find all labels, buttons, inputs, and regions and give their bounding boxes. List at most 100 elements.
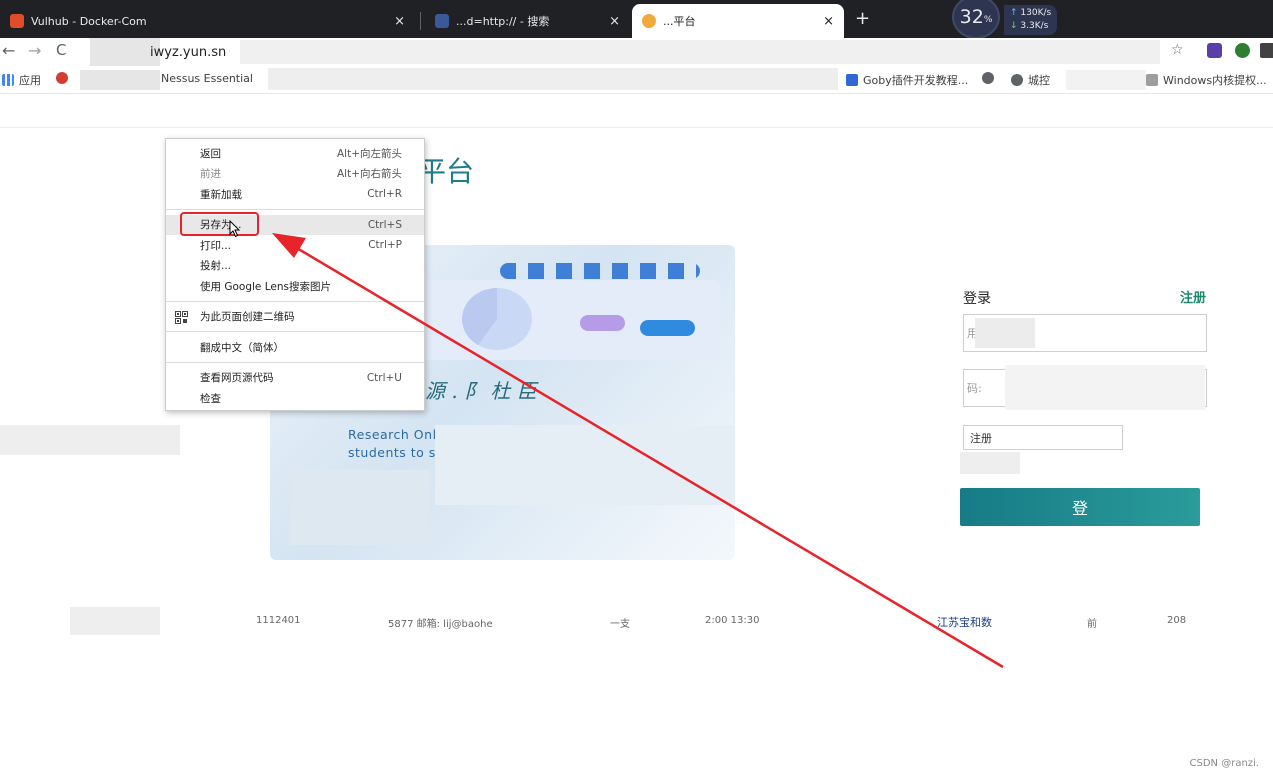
bookmark-nessus[interactable]: Nessus Essential (161, 72, 253, 85)
tab-close-icon[interactable]: × (609, 14, 620, 29)
login-type-select[interactable]: 注册 (963, 425, 1123, 450)
back-arrow-icon[interactable]: ← (2, 41, 15, 60)
tab-title: ...平台 (663, 15, 696, 28)
hero-bar-graphic (640, 320, 695, 336)
hero-bar-graphic (500, 263, 700, 279)
footer-text: 前 (1087, 619, 1097, 630)
bookmark-label: Nessus Essential (161, 72, 253, 85)
menu-item-label: 为此页面创建二维码 (200, 311, 295, 324)
menu-item-shortcut: Ctrl+U (366, 371, 402, 384)
cpu-usage-unit: % (983, 15, 993, 25)
register-link[interactable]: 注册 (1180, 287, 1206, 306)
menu-separator (166, 361, 424, 363)
browser-toolbar: ← → C iwyz.yun.sn ☆ (0, 38, 1273, 66)
globe-icon (1011, 74, 1023, 86)
menu-item-forward[interactable]: 前进 Alt+向右箭头 (166, 164, 424, 185)
extension-icon[interactable] (1235, 43, 1250, 58)
annotation-highlight-box (180, 212, 259, 236)
tab-close-icon[interactable]: × (823, 14, 834, 29)
header-divider (0, 127, 1273, 128)
reload-icon[interactable]: C (56, 41, 66, 59)
hero-bar-graphic (580, 315, 625, 331)
menu-item-label: 检查 (200, 392, 221, 405)
vulhub-favicon-icon (10, 14, 24, 28)
extension-icon[interactable] (1260, 43, 1273, 58)
redacted-area (975, 318, 1035, 348)
redacted-area (290, 470, 430, 545)
loading-favicon-icon (642, 14, 656, 28)
redacted-area (960, 452, 1020, 474)
apps-grid-icon (2, 74, 14, 86)
mouse-cursor-icon (229, 220, 241, 238)
bookmark-favicon-icon (56, 72, 68, 84)
bookmark-redacted[interactable] (56, 72, 73, 84)
login-title: 登录 (963, 291, 991, 307)
redacted-area (435, 425, 735, 505)
footer-text: 2:00 13:30 (705, 615, 760, 626)
menu-item-back[interactable]: 返回 Alt+向左箭头 (166, 143, 424, 164)
login-button[interactable]: 登 (960, 488, 1200, 526)
bookmark-chengkong[interactable]: 城控 (1011, 72, 1050, 88)
menu-item-shortcut: Ctrl+P (368, 239, 402, 252)
extension-icon[interactable] (1207, 43, 1222, 58)
upload-speed: 130K/s (1020, 8, 1052, 18)
page-footer: 1112401 5877 邮箱: lij@baohe 一支 2:00 13:30… (225, 607, 1190, 635)
bookmark-label: Windows内核提权... (1163, 74, 1267, 87)
menu-separator (166, 331, 424, 332)
address-url: iwyz.yun.sn (150, 44, 227, 60)
new-tab-button[interactable]: + (855, 8, 870, 29)
menu-item-translate[interactable]: 翻成中文（简体） (166, 337, 424, 358)
menu-item-shortcut: Ctrl+S (367, 218, 402, 231)
tab-title: ...d=http:// - 搜索 (456, 15, 550, 28)
watermark: CSDN @ranzi. (1189, 758, 1259, 769)
menu-item-reload[interactable]: 重新加载 Ctrl+R (166, 184, 424, 205)
menu-item-label: 使用 Google Lens搜索图片 (200, 280, 331, 293)
search-favicon-icon (435, 14, 449, 28)
menu-item-inspect[interactable]: 检查 (166, 388, 424, 409)
menu-item-cast[interactable]: 投射... (166, 256, 424, 277)
redacted-area (268, 68, 838, 90)
upload-arrow-icon: ↑ (1010, 8, 1018, 18)
menu-item-label: 重新加载 (200, 188, 242, 201)
bilibili-icon (846, 74, 858, 86)
bookmark-label: 应用 (19, 74, 41, 87)
hero-slogan: 源 . 阝 杜 臣 (425, 379, 537, 403)
redacted-area (0, 425, 180, 455)
bookmark-goby[interactable]: Goby插件开发教程... (846, 72, 968, 88)
tab-search[interactable]: ...d=http:// - 搜索 × (425, 4, 630, 38)
cpu-usage-value: 32 (959, 6, 984, 28)
menu-item-shortcut: Alt+向右箭头 (336, 168, 402, 181)
menu-item-google-lens[interactable]: 使用 Google Lens搜索图片 (166, 276, 424, 297)
select-value: 注册 (970, 431, 992, 445)
bookmark-label: 城控 (1028, 74, 1050, 87)
menu-item-label: 投射... (200, 260, 232, 273)
cpu-usage-ring: 32% (952, 0, 1000, 39)
footer-company-link[interactable]: 江苏宝和数 (937, 614, 992, 630)
redacted-area (1005, 365, 1205, 410)
download-arrow-icon: ↓ (1010, 21, 1018, 31)
redacted-area (70, 607, 160, 635)
menu-item-print[interactable]: 打印... Ctrl+P (166, 235, 424, 256)
menu-item-label: 查看网页源代码 (200, 372, 274, 385)
menu-item-label: 前进 (200, 168, 221, 181)
bookmark-apps[interactable]: 应用 (2, 72, 41, 88)
tab-vulhub[interactable]: Vulhub - Docker-Com × (0, 4, 415, 38)
bookmark-globe[interactable] (982, 72, 999, 84)
tab-active-platform[interactable]: ...平台 × (632, 4, 844, 38)
menu-item-view-source[interactable]: 查看网页源代码 Ctrl+U (166, 368, 424, 389)
footer-text: 5877 邮箱: lij@baohe (388, 619, 493, 630)
tab-separator (420, 12, 421, 30)
redacted-area (240, 40, 1160, 64)
bookmark-windows[interactable]: Windows内核提权... (1146, 72, 1267, 88)
redacted-area (1066, 70, 1146, 90)
bookmarks-bar: 应用 Nessus Essential Goby插件开发教程... 城控 Win… (0, 66, 1273, 94)
bookmark-star-icon[interactable]: ☆ (1171, 42, 1184, 58)
pie-chart-graphic (462, 288, 532, 350)
forward-arrow-icon[interactable]: → (28, 41, 41, 60)
menu-item-qr-code[interactable]: 为此页面创建二维码 (166, 307, 424, 328)
tab-title: Vulhub - Docker-Com (31, 14, 147, 28)
menu-item-shortcut: Ctrl+R (367, 188, 402, 201)
network-speed-widget: 32% ↑ 130K/s ↓ 3.3K/s (952, 0, 1058, 40)
tab-close-icon[interactable]: × (394, 14, 405, 29)
footer-text: 1112401 (256, 615, 301, 626)
